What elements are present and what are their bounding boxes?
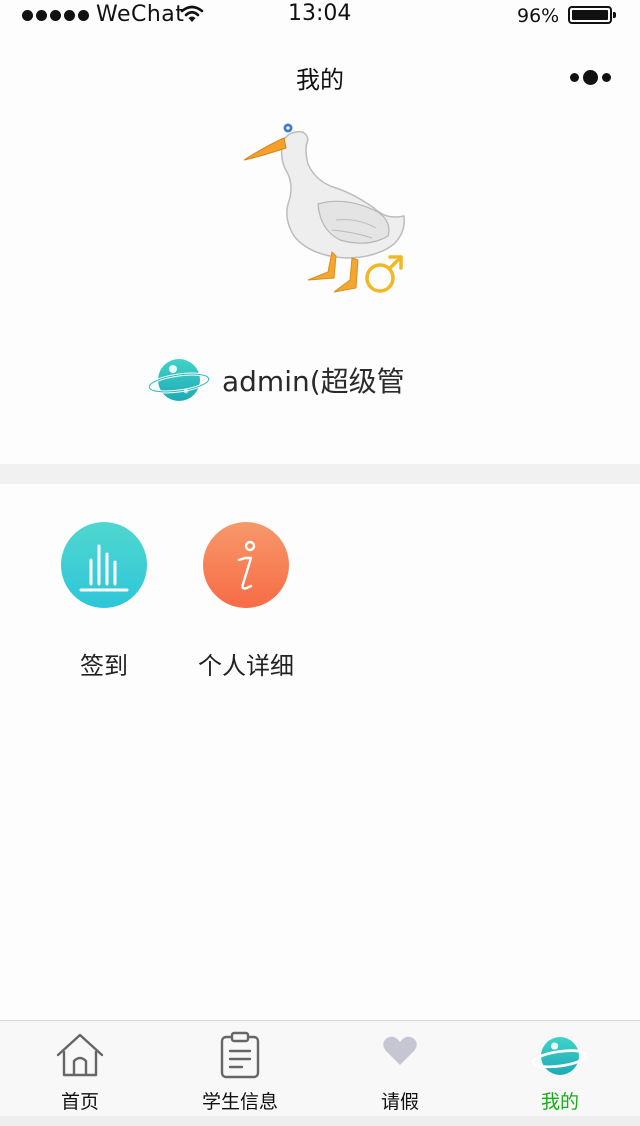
phone-screen: WeChat 13:04 96% 我的 admin(超级管 签到 个人详细 首页…: [0, 0, 640, 1126]
planet-icon: [148, 359, 210, 401]
personal-details-button[interactable]: 个人详细: [176, 522, 316, 681]
carrier-name: WeChat: [96, 2, 185, 27]
tab-home[interactable]: 首页: [0, 1021, 160, 1117]
personal-details-label: 个人详细: [198, 652, 294, 680]
signal-strength-icon: [22, 10, 89, 21]
checkin-button[interactable]: 签到: [34, 522, 174, 681]
tab-leave-label: 请假: [380, 1091, 419, 1113]
section-divider: [0, 464, 640, 484]
clipboard-icon: [220, 1031, 260, 1079]
status-bar: WeChat 13:04 96%: [0, 0, 640, 30]
battery-icon: [568, 6, 616, 24]
male-symbol-icon: [365, 255, 403, 293]
user-info-row: admin(超级管: [148, 352, 405, 408]
battery-percentage: 96%: [517, 5, 560, 27]
username: admin(超级管: [222, 365, 405, 398]
planet-icon: [532, 1037, 588, 1075]
wifi-icon: [180, 5, 204, 22]
bottom-edge: [0, 1116, 640, 1126]
navigation-bar: 我的: [0, 30, 640, 120]
page-title: 我的: [296, 66, 344, 94]
bar-chart-icon: [61, 522, 147, 608]
tab-student-info-label: 学生信息: [201, 1091, 278, 1113]
tab-bar: 首页 学生信息 请假 我的: [0, 1020, 640, 1116]
tab-leave[interactable]: 请假: [320, 1021, 480, 1117]
heart-icon: [383, 1036, 417, 1065]
tab-home-label: 首页: [60, 1091, 99, 1113]
clock: 13:04: [288, 1, 352, 26]
info-icon: [203, 522, 289, 608]
tab-mine-label: 我的: [540, 1091, 579, 1113]
home-icon: [56, 1033, 104, 1077]
more-dots-icon[interactable]: [570, 70, 611, 85]
checkin-label: 签到: [80, 652, 128, 680]
tab-mine[interactable]: 我的: [480, 1021, 640, 1117]
tab-student-info[interactable]: 学生信息: [160, 1021, 320, 1117]
